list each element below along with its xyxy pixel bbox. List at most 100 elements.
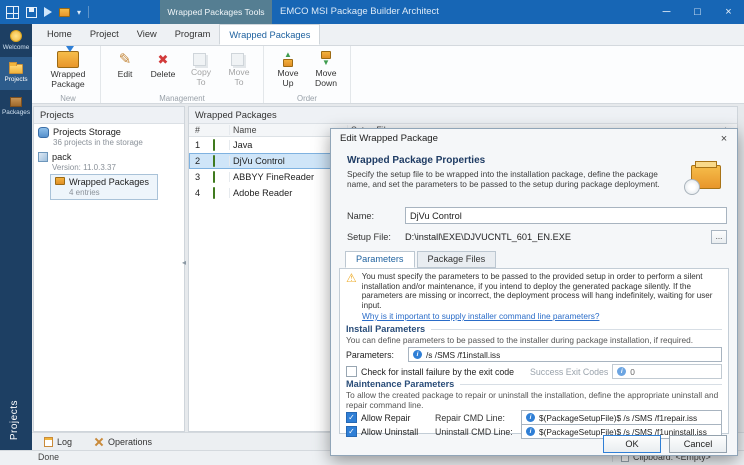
ribbon: Wrapped Package New ✎ Edit ✖ Delete Copy… [32, 46, 744, 104]
dialog-title: Edit Wrapped Package [331, 129, 737, 149]
ribbon-tab-row: Home Project View Program Wrapped Packag… [32, 24, 744, 46]
quick-access-toolbar: ▾ [6, 0, 89, 24]
exit-code-checkbox[interactable] [346, 366, 357, 377]
info-icon: i [526, 413, 535, 422]
parameters-input[interactable]: i /s /SMS /f1install.iss [408, 347, 722, 362]
allow-repair-checkbox[interactable]: ✓ [346, 412, 357, 423]
exit-code-label: Check for install failure by the exit co… [361, 367, 514, 377]
window-title: EMCO MSI Package Builder Architect [280, 0, 439, 24]
move-to-button: Move To [221, 49, 257, 89]
save-icon[interactable] [26, 7, 37, 18]
move-to-icon [231, 53, 244, 66]
delete-button[interactable]: ✖ Delete [145, 49, 181, 82]
name-label: Name: [347, 211, 405, 221]
app-menu-icon[interactable] [6, 6, 19, 19]
package-icon[interactable] [59, 8, 70, 17]
maximize-button[interactable]: □ [682, 0, 713, 24]
sidebar-item-packages[interactable]: Packages [0, 90, 32, 123]
edit-wrapped-package-dialog: Edit Wrapped Package × Wrapped Package P… [330, 128, 738, 456]
tab-operations[interactable]: Operations [86, 436, 160, 448]
dialog-description: Specify the setup file to be wrapped int… [347, 169, 679, 189]
success-exit-codes-input: i 0 [612, 364, 722, 379]
move-down-icon: ▼ [321, 51, 331, 67]
repair-cmd-label: Repair CMD Line: [435, 413, 517, 423]
projects-icon [9, 64, 23, 74]
success-exit-codes-label: Success Exit Codes [530, 367, 608, 377]
run-icon[interactable] [44, 7, 52, 17]
column-num[interactable]: # [189, 125, 213, 135]
maintenance-parameters-section: Maintenance Parameters [346, 379, 722, 389]
package-row-icon [213, 171, 215, 183]
info-icon: i [526, 427, 535, 436]
tab-package-files[interactable]: Package Files [417, 251, 497, 268]
tab-log[interactable]: Log [36, 436, 80, 448]
close-button[interactable]: × [713, 0, 744, 24]
dialog-package-icon [691, 165, 721, 189]
toolbar-separator [88, 6, 89, 18]
tab-program[interactable]: Program [166, 24, 220, 45]
log-icon [44, 437, 53, 447]
window-controls: ─ □ × [651, 0, 744, 24]
browse-button[interactable]: ... [711, 230, 727, 244]
allow-uninstall-checkbox[interactable]: ✓ [346, 426, 357, 437]
name-input[interactable] [405, 207, 727, 224]
allow-repair-label: Allow Repair [361, 413, 431, 423]
info-icon: i [617, 367, 626, 376]
welcome-icon [10, 30, 22, 42]
tab-project[interactable]: Project [81, 24, 128, 45]
setup-file-row: Setup File: D:\install\EXE\DJVUCNTL_601_… [347, 230, 727, 244]
sidebar-item-projects[interactable]: Projects [0, 57, 32, 90]
title-bar: ▾ Wrapped Packages Tools EMCO MSI Packag… [0, 0, 744, 24]
allow-uninstall-row: ✓ Allow Uninstall Uninstall CMD Line: i … [346, 424, 722, 439]
minimize-button[interactable]: ─ [651, 0, 682, 24]
tree-item-wrapped-packages[interactable]: Wrapped Packages 4 entries [50, 174, 158, 200]
group-label-order: Order [264, 94, 350, 103]
wrapped-package-icon [57, 51, 79, 68]
status-text: Done [38, 452, 59, 462]
toolbar-dropdown-icon[interactable]: ▾ [77, 8, 81, 17]
package-row-icon [213, 155, 215, 167]
tree-item-projects-storage[interactable]: Projects Storage 36 projects in the stor… [34, 124, 184, 149]
allow-repair-row: ✓ Allow Repair Repair CMD Line: i $(Pack… [346, 410, 722, 425]
ok-button[interactable]: OK [603, 435, 661, 453]
install-parameters-description: You can define parameters to be passed t… [346, 336, 722, 346]
wrapped-packages-node-icon [55, 177, 65, 185]
wrapped-package-button[interactable]: Wrapped Package [42, 49, 94, 91]
app-sidebar: Welcome Projects Packages Projects [0, 24, 32, 450]
setup-file-label: Setup File: [347, 232, 405, 242]
edit-button[interactable]: ✎ Edit [107, 49, 143, 82]
splitter-collapse-icon[interactable]: ◂ [182, 258, 186, 267]
sidebar-vertical-label: Projects [9, 400, 20, 440]
move-up-button[interactable]: ▲ Move Up [270, 49, 306, 90]
ribbon-group-management: ✎ Edit ✖ Delete Copy To Move To Manageme… [101, 46, 264, 103]
info-icon: i [413, 350, 422, 359]
tab-home[interactable]: Home [38, 24, 81, 45]
maintenance-parameters-description: To allow the created package to repair o… [346, 391, 722, 410]
exit-code-row: Check for install failure by the exit co… [346, 364, 722, 379]
warning-block: ⚠ You must specify the parameters to be … [346, 272, 722, 310]
allow-uninstall-label: Allow Uninstall [361, 427, 431, 437]
install-parameters-section: Install Parameters [346, 324, 722, 334]
dialog-close-icon[interactable]: × [715, 131, 733, 147]
parameters-help-link[interactable]: Why is it important to supply installer … [362, 311, 722, 321]
dialog-header: Wrapped Package Properties [347, 155, 485, 166]
warning-icon: ⚠ [346, 272, 357, 310]
sidebar-item-welcome[interactable]: Welcome [0, 24, 32, 57]
package-row-icon [213, 139, 215, 151]
dialog-tabs: Parameters Package Files [345, 251, 498, 268]
move-down-button[interactable]: ▼ Move Down [308, 49, 344, 90]
parameters-label: Parameters: [346, 350, 404, 360]
name-row: Name: [347, 207, 727, 224]
warning-text: You must specify the parameters to be pa… [362, 272, 722, 310]
cancel-button[interactable]: Cancel [669, 435, 727, 453]
app-window: ▾ Wrapped Packages Tools EMCO MSI Packag… [0, 0, 744, 465]
repair-cmd-input[interactable]: i $(PackageSetupFile)$ /s /SMS /f1repair… [521, 410, 722, 425]
tab-view[interactable]: View [128, 24, 166, 45]
tab-parameters[interactable]: Parameters [345, 251, 415, 268]
contextual-tab-group-header: Wrapped Packages Tools [160, 0, 272, 24]
package-row-icon [213, 187, 215, 199]
parameters-row: Parameters: i /s /SMS /f1install.iss [346, 347, 722, 362]
tab-wrapped-packages[interactable]: Wrapped Packages [219, 24, 320, 45]
tree-item-pack[interactable]: pack Version: 11.0.3.37 [34, 149, 184, 174]
operations-icon [94, 437, 104, 447]
